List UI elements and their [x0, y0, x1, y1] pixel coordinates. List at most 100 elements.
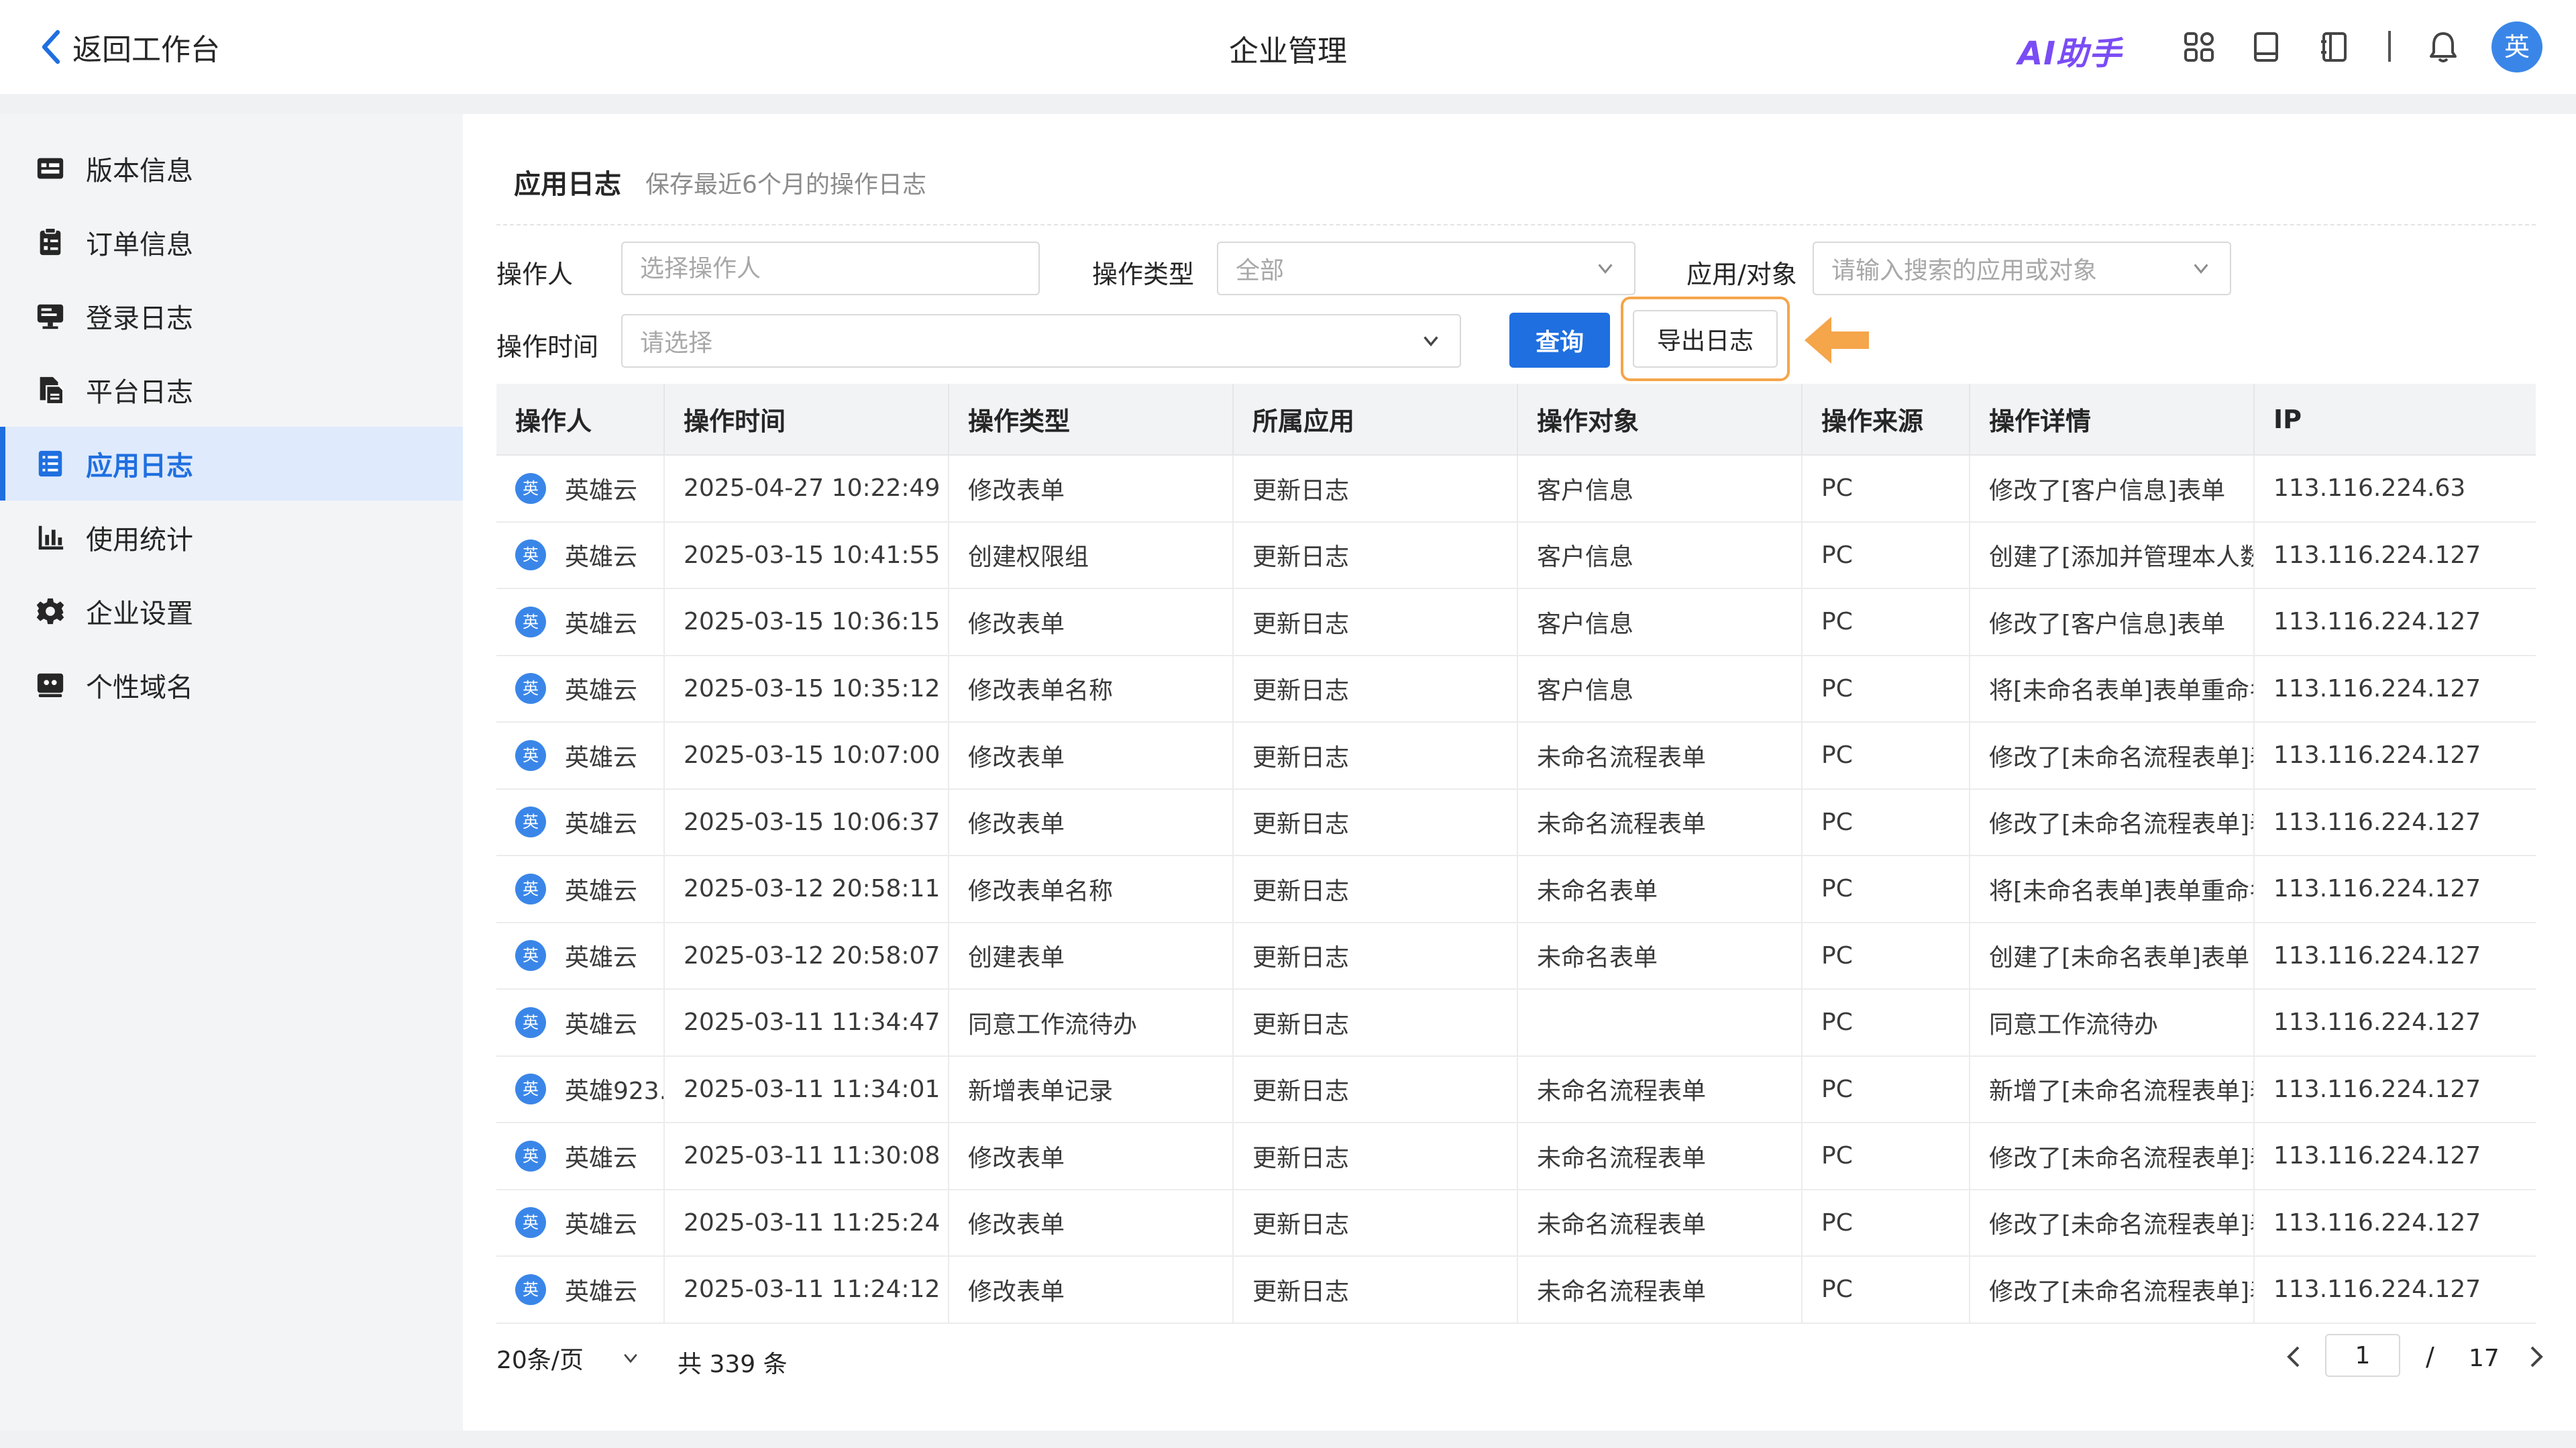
top-header: 返回工作台 企业管理 AI助手 英: [0, 0, 2576, 94]
sidebar-item-enterprise-settings[interactable]: 企业设置: [0, 574, 463, 648]
table-row: 英英雄云 2025-03-15 10:41:55 创建权限组 更新日志 客户信息 PC 创建…: [496, 521, 2536, 589]
operator-name: 英雄云: [565, 1144, 638, 1172]
detail-cell: 修改了[客户信息]表单: [1970, 588, 2255, 656]
page-size-select[interactable]: 20条/页: [496, 1338, 640, 1378]
column-header: 操作类型: [949, 384, 1234, 456]
ai-assistant-button[interactable]: AI助手: [2018, 27, 2122, 74]
detail-cell: 将[未命名表单]表单重命名: [1970, 856, 2255, 923]
operator-cell: 英英雄云: [496, 655, 665, 723]
app-object-select[interactable]: 请输入搜索的应用或对象: [1813, 242, 2231, 295]
table-row: 英英雄云 2025-03-11 11:24:12 修改表单 更新日志 未命名流程表单 PC…: [496, 1256, 2536, 1324]
type-cell: 修改表单: [949, 788, 1234, 856]
avatar: 英: [515, 606, 546, 637]
bell-icon[interactable]: [2426, 30, 2461, 64]
avatar: 英: [515, 1006, 546, 1038]
sidebar-item-label: 使用统计: [86, 525, 193, 556]
page-number-input[interactable]: [2325, 1334, 2400, 1377]
ip-cell: 113.116.224.127: [2254, 722, 2536, 790]
apps-grid-icon[interactable]: [2182, 30, 2216, 64]
avatar: 英: [515, 1140, 546, 1172]
source-cell: PC: [1802, 922, 1970, 990]
version-info-icon: [37, 158, 64, 179]
source-cell: PC: [1802, 788, 1970, 856]
time-cell: 2025-03-11 11:30:08: [664, 1123, 949, 1190]
time-cell: 2025-03-15 10:36:15: [664, 588, 949, 656]
sidebar-item-platform-log[interactable]: 平台日志: [0, 353, 463, 427]
type-cell: 新增表单记录: [949, 1055, 1234, 1123]
sidebar: 版本信息 订单信息 登录日志 平台日志 应用日志 使用统计 企业设置 个性域名: [0, 114, 463, 1431]
operator-cell: 英英雄云: [496, 856, 665, 923]
sidebar-item-order-info[interactable]: 订单信息: [0, 205, 463, 279]
ip-cell: 113.116.224.127: [2254, 588, 2536, 656]
object-cell: 客户信息: [1517, 521, 1803, 589]
type-cell: 修改表单名称: [949, 856, 1234, 923]
app-cell: 更新日志: [1233, 1256, 1518, 1324]
ip-cell: 113.116.224.127: [2254, 922, 2536, 990]
total-count: 共 339 条: [678, 1351, 788, 1378]
type-cell: 修改表单: [949, 455, 1234, 523]
operator-cell: 英英雄云: [496, 989, 665, 1057]
source-cell: PC: [1802, 1189, 1970, 1257]
page-separator: /: [2426, 1342, 2434, 1372]
sidebar-item-app-log[interactable]: 应用日志: [0, 427, 463, 501]
section-divider: [496, 224, 2536, 225]
type-cell: 修改表单: [949, 588, 1234, 656]
previous-page-icon[interactable]: [2281, 1342, 2308, 1372]
operator-input[interactable]: [621, 242, 1040, 295]
time-cell: 2025-03-11 11:34:47: [664, 989, 949, 1057]
operation-time-picker[interactable]: 请选择: [621, 314, 1461, 368]
user-avatar[interactable]: 英: [2491, 21, 2542, 72]
operator-name: 英雄云: [565, 610, 638, 638]
detail-cell: 将[未命名表单]表单重命名: [1970, 655, 2255, 723]
detail-cell: 修改了[未命名流程表单]表: [1970, 1189, 2255, 1257]
main-panel: 应用日志 保存最近6个月的操作日志 操作人 操作类型 全部 应用/对象 请输入搜…: [463, 114, 2576, 1431]
ip-cell: 113.116.224.127: [2254, 1189, 2536, 1257]
object-cell: 未命名流程表单: [1517, 1123, 1803, 1190]
detail-cell: 修改了[未命名流程表单]表: [1970, 722, 2255, 790]
app-cell: 更新日志: [1233, 1189, 1518, 1257]
time-cell: 2025-03-11 11:25:24: [664, 1189, 949, 1257]
query-button[interactable]: 查询: [1509, 313, 1610, 368]
object-cell: [1517, 989, 1803, 1057]
object-cell: 客户信息: [1517, 588, 1803, 656]
table-row: 英英雄云 2025-03-15 10:06:37 修改表单 更新日志 未命名流程表单 PC…: [496, 788, 2536, 856]
time-cell: 2025-03-15 10:35:12: [664, 655, 949, 723]
type-cell: 同意工作流待办: [949, 989, 1234, 1057]
operator-cell: 英英雄云: [496, 588, 665, 656]
page-size-label: 20条/页: [496, 1347, 584, 1374]
notebook-icon[interactable]: [2317, 30, 2352, 64]
sidebar-item-version-info[interactable]: 版本信息: [0, 132, 463, 205]
next-page-icon[interactable]: [2522, 1342, 2549, 1372]
app-cell: 更新日志: [1233, 655, 1518, 723]
sidebar-item-label: 订单信息: [86, 229, 193, 260]
time-cell: 2025-03-15 10:41:55: [664, 521, 949, 589]
column-header: 操作详情: [1970, 384, 2255, 456]
book-icon[interactable]: [2249, 30, 2284, 64]
operator-cell: 英英雄923.: [496, 1055, 665, 1123]
operation-type-select[interactable]: 全部: [1217, 242, 1635, 295]
operation-type-value: 全部: [1236, 257, 1285, 285]
ip-cell: 113.116.224.127: [2254, 1256, 2536, 1324]
operator-name: 英雄云: [565, 476, 638, 505]
export-log-button[interactable]: 导出日志: [1633, 310, 1778, 368]
operator-name: 英雄云: [565, 944, 638, 972]
table-row: 英英雄云 2025-03-12 20:58:11 修改表单名称 更新日志 未命名表单 PC…: [496, 856, 2536, 923]
source-cell: PC: [1802, 1256, 1970, 1324]
operation-time-label: 操作时间: [496, 332, 599, 362]
sidebar-item-custom-domain[interactable]: 个性域名: [0, 648, 463, 722]
app-cell: 更新日志: [1233, 856, 1518, 923]
type-cell: 创建表单: [949, 922, 1234, 990]
avatar: 英: [515, 873, 546, 904]
table-row: 英英雄923. 2025-03-11 11:34:01 新增表单记录 更新日志 未命名流…: [496, 1055, 2536, 1123]
table-row: 英英雄云 2025-03-15 10:07:00 修改表单 更新日志 未命名流程表单 PC…: [496, 722, 2536, 790]
sidebar-item-usage-stats[interactable]: 使用统计: [0, 501, 463, 574]
avatar: 英: [515, 807, 546, 838]
avatar: 英: [515, 940, 546, 972]
object-cell: 客户信息: [1517, 455, 1803, 523]
source-cell: PC: [1802, 655, 1970, 723]
list-icon: [38, 450, 62, 477]
detail-cell: 修改了[未命名流程表单]表: [1970, 1123, 2255, 1190]
object-cell: 未命名流程表单: [1517, 1189, 1803, 1257]
operator-cell: 英英雄云: [496, 722, 665, 790]
sidebar-item-login-log[interactable]: 登录日志: [0, 279, 463, 353]
